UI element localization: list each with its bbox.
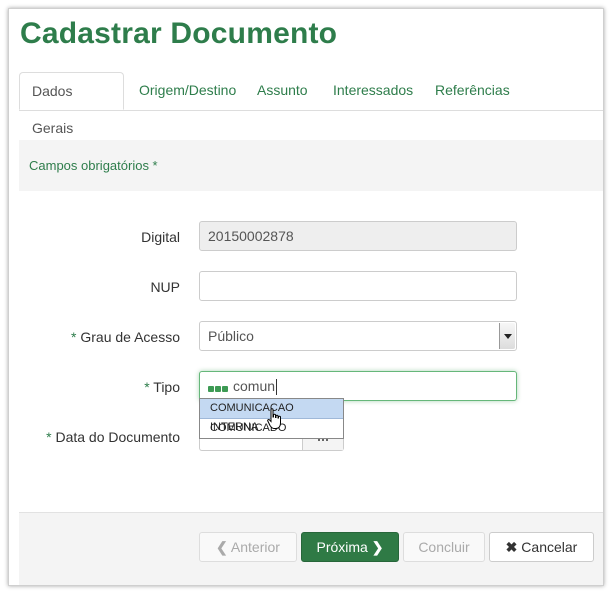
form-window: Cadastrar Documento Dados Gerais Origem/…: [8, 8, 604, 586]
concluir-button[interactable]: Concluir: [403, 532, 485, 562]
anterior-button[interactable]: ❮ Anterior: [199, 532, 297, 562]
required-star: *: [46, 429, 52, 445]
grau-acesso-value: Público: [208, 328, 254, 344]
tipo-label-text: Tipo: [153, 379, 180, 395]
required-star: *: [71, 329, 77, 345]
digital-label: Digital: [141, 229, 180, 245]
close-icon: ✖: [505, 539, 518, 555]
form-footer: ❮ Anterior Próxima ❯ Concluir ✖ Cancelar: [19, 512, 603, 585]
proxima-button[interactable]: Próxima ❯: [301, 532, 399, 562]
nup-label: NUP: [150, 279, 180, 295]
data-documento-label: * Data do Documento: [9, 429, 180, 445]
nup-field[interactable]: [199, 271, 517, 301]
digital-field: 20150002878: [199, 221, 517, 251]
tipo-autocomplete-input[interactable]: comun: [199, 371, 517, 401]
tab-bar: Dados Gerais Origem/Destino Assunto Inte…: [19, 72, 603, 136]
tab-interessados[interactable]: Interessados: [321, 72, 425, 109]
cancelar-label: Cancelar: [521, 539, 578, 555]
tipo-value: comun: [233, 378, 276, 394]
hand-cursor-icon: [267, 408, 281, 429]
tab-referencias[interactable]: Referências: [423, 72, 522, 109]
grau-acesso-select[interactable]: Público: [199, 321, 517, 351]
page-title: Cadastrar Documento: [20, 17, 338, 50]
required-star: *: [144, 379, 150, 395]
text-caret: [276, 379, 278, 396]
proxima-label: Próxima: [316, 539, 368, 555]
anterior-label: Anterior: [230, 539, 280, 555]
grau-acesso-label-text: Grau de Acesso: [80, 329, 180, 345]
data-documento-label-text: Data do Documento: [55, 429, 180, 445]
chevron-right-icon: ❯: [371, 539, 384, 555]
tab-assunto[interactable]: Assunto: [245, 72, 320, 109]
required-fields-note: Campos obrigatórios *: [19, 140, 603, 191]
chevron-down-icon[interactable]: [499, 323, 515, 349]
grau-acesso-label: * Grau de Acesso: [9, 329, 180, 345]
tipo-label: * Tipo: [9, 379, 180, 395]
tab-dados-gerais[interactable]: Dados Gerais: [19, 72, 124, 136]
tab-origem-destino[interactable]: Origem/Destino: [127, 72, 248, 109]
cancelar-button[interactable]: ✖ Cancelar: [489, 532, 594, 562]
chevron-left-icon: ❮: [216, 539, 228, 555]
concluir-label: Concluir: [418, 539, 470, 555]
